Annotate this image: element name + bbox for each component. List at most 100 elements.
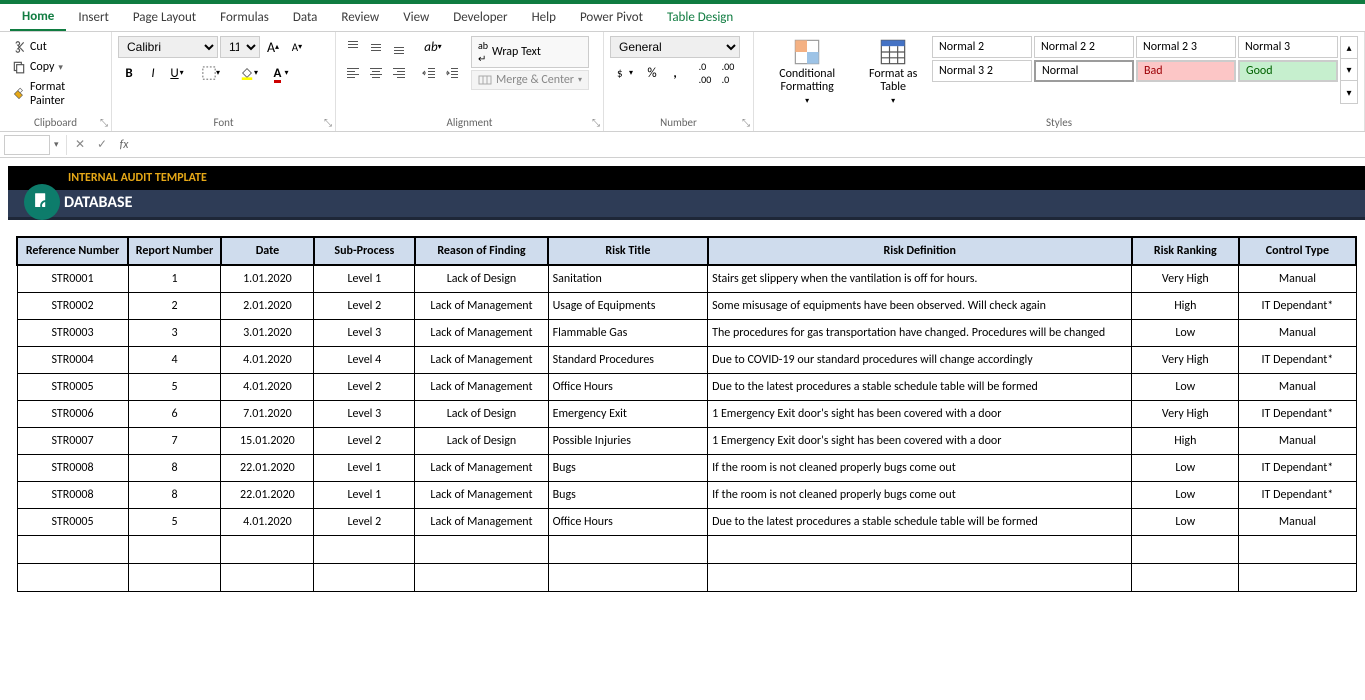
cell-date[interactable]: 2.01.2020 <box>221 293 314 320</box>
table-row[interactable]: STR000111.01.2020Level 1Lack of DesignSa… <box>17 265 1356 293</box>
number-format-select[interactable]: General <box>610 36 740 58</box>
align-bottom-button[interactable] <box>388 36 410 58</box>
cell-def[interactable]: Stairs get slippery when the vantilation… <box>708 265 1132 293</box>
cell-ctrl[interactable]: IT Dependant* <box>1239 293 1356 320</box>
comma-button[interactable]: , <box>664 62 686 84</box>
styles-scroll-up[interactable]: ▴ <box>1341 37 1357 59</box>
cell-rep[interactable]: 8 <box>128 455 221 482</box>
column-header[interactable]: Date <box>221 237 314 265</box>
cell-title[interactable]: Bugs <box>548 455 708 482</box>
cell-reason[interactable]: Lack of Management <box>415 374 548 401</box>
table-row[interactable]: STR0008822.01.2020Level 1Lack of Managem… <box>17 482 1356 509</box>
worksheet-area[interactable]: INTERNAL AUDIT TEMPLATE DATABASE Referen… <box>0 166 1365 592</box>
clipboard-dialog-launcher[interactable]: ⤡ <box>100 116 108 129</box>
name-box-dropdown[interactable]: ▾ <box>54 139 64 150</box>
tab-developer[interactable]: Developer <box>441 4 519 31</box>
cell-title[interactable]: Flammable Gas <box>548 320 708 347</box>
decrease-indent-button[interactable] <box>418 62 440 84</box>
cell-title[interactable]: Usage of Equipments <box>548 293 708 320</box>
cell-title[interactable]: Possible Injuries <box>548 428 708 455</box>
cell-empty[interactable] <box>128 564 221 592</box>
font-name-select[interactable]: Calibri <box>118 36 218 58</box>
audit-table[interactable]: Reference NumberReport NumberDateSub-Pro… <box>16 236 1357 592</box>
bold-button[interactable]: B <box>118 62 140 84</box>
cell-style-normal-2-2[interactable]: Normal 2 2 <box>1034 36 1134 58</box>
cell-date[interactable]: 4.01.2020 <box>221 347 314 374</box>
cell-rep[interactable]: 4 <box>128 347 221 374</box>
underline-button[interactable]: U▾ <box>166 62 188 84</box>
font-dialog-launcher[interactable]: ⤡ <box>324 116 332 129</box>
styles-scroll-down[interactable]: ▾ <box>1341 59 1357 81</box>
cell-rank[interactable]: Low <box>1132 320 1239 347</box>
cell-ref[interactable]: STR0005 <box>17 509 128 536</box>
column-header[interactable]: Risk Title <box>548 237 708 265</box>
column-header[interactable]: Report Number <box>128 237 221 265</box>
cell-date[interactable]: 4.01.2020 <box>221 374 314 401</box>
cell-ref[interactable]: STR0007 <box>17 428 128 455</box>
cell-date[interactable]: 3.01.2020 <box>221 320 314 347</box>
cell-style-bad[interactable]: Bad <box>1136 60 1236 82</box>
cell-rank[interactable]: High <box>1132 293 1239 320</box>
cell-empty[interactable] <box>128 536 221 564</box>
cell-reason[interactable]: Lack of Management <box>415 509 548 536</box>
cell-empty[interactable] <box>17 536 128 564</box>
cell-reason[interactable]: Lack of Management <box>415 320 548 347</box>
cell-rep[interactable]: 3 <box>128 320 221 347</box>
table-row-empty[interactable] <box>17 564 1356 592</box>
cell-style-normal-2-3[interactable]: Normal 2 3 <box>1136 36 1236 58</box>
copy-button[interactable]: Copy ▾ <box>8 58 103 76</box>
cell-rep[interactable]: 5 <box>128 509 221 536</box>
tab-home[interactable]: Home <box>10 4 66 31</box>
number-dialog-launcher[interactable]: ⤡ <box>742 116 750 129</box>
increase-font-size-button[interactable]: A▴ <box>262 36 284 58</box>
cell-reason[interactable]: Lack of Management <box>415 455 548 482</box>
cell-def[interactable]: Due to COVID-19 our standard procedures … <box>708 347 1132 374</box>
cell-ref[interactable]: STR0005 <box>17 374 128 401</box>
align-center-button[interactable] <box>365 62 387 84</box>
cell-sub[interactable]: Level 1 <box>314 455 415 482</box>
cell-reason[interactable]: Lack of Management <box>415 293 548 320</box>
cell-sub[interactable]: Level 1 <box>314 265 415 293</box>
cell-title[interactable]: Office Hours <box>548 374 708 401</box>
cell-style-normal-3[interactable]: Normal 3 <box>1238 36 1338 58</box>
cell-rank[interactable]: Low <box>1132 509 1239 536</box>
table-row[interactable]: STR000444.01.2020Level 4Lack of Manageme… <box>17 347 1356 374</box>
cell-empty[interactable] <box>1132 536 1239 564</box>
tab-help[interactable]: Help <box>520 4 568 31</box>
cell-ctrl[interactable]: Manual <box>1239 374 1356 401</box>
column-header[interactable]: Reason of Finding <box>415 237 548 265</box>
tab-power-pivot[interactable]: Power Pivot <box>568 4 655 31</box>
cell-reason[interactable]: Lack of Design <box>415 265 548 293</box>
cell-reason[interactable]: Lack of Management <box>415 347 548 374</box>
cell-empty[interactable] <box>1239 564 1356 592</box>
cell-def[interactable]: If the room is not cleaned properly bugs… <box>708 455 1132 482</box>
italic-button[interactable]: I <box>142 62 164 84</box>
format-as-table-button[interactable]: Format as Table ▾ <box>858 36 928 108</box>
cell-empty[interactable] <box>415 564 548 592</box>
cell-empty[interactable] <box>17 564 128 592</box>
formula-input[interactable] <box>135 134 1365 156</box>
fill-color-button[interactable]: ▾ <box>234 62 264 84</box>
cell-ctrl[interactable]: IT Dependant* <box>1239 455 1356 482</box>
cell-date[interactable]: 7.01.2020 <box>221 401 314 428</box>
cell-ctrl[interactable]: IT Dependant* <box>1239 482 1356 509</box>
orientation-button[interactable]: ab▾ <box>418 36 448 58</box>
cell-empty[interactable] <box>221 536 314 564</box>
cell-date[interactable]: 15.01.2020 <box>221 428 314 455</box>
cell-empty[interactable] <box>708 536 1132 564</box>
increase-indent-button[interactable] <box>441 62 463 84</box>
cell-rank[interactable]: Low <box>1132 374 1239 401</box>
tab-table-design[interactable]: Table Design <box>655 4 745 31</box>
cell-ctrl[interactable]: Manual <box>1239 320 1356 347</box>
cell-style-normal-3-2[interactable]: Normal 3 2 <box>932 60 1032 82</box>
alignment-dialog-launcher[interactable]: ⤡ <box>592 116 600 129</box>
cell-style-good[interactable]: Good <box>1238 60 1338 82</box>
table-row-empty[interactable] <box>17 536 1356 564</box>
cell-rank[interactable]: Very High <box>1132 265 1239 293</box>
font-size-select[interactable]: 11 <box>220 36 260 58</box>
table-row[interactable]: STR0008822.01.2020Level 1Lack of Managem… <box>17 455 1356 482</box>
cell-empty[interactable] <box>314 536 415 564</box>
table-row[interactable]: STR000554.01.2020Level 2Lack of Manageme… <box>17 374 1356 401</box>
cut-button[interactable]: Cut <box>8 38 103 56</box>
borders-button[interactable]: ▾ <box>196 62 226 84</box>
